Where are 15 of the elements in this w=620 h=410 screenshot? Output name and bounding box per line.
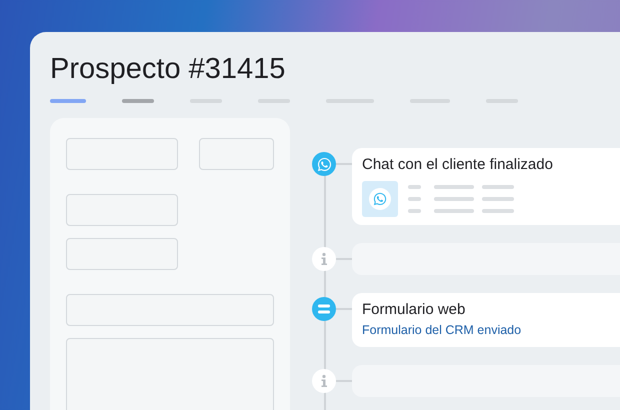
page-title: Prospecto #31415 [50, 52, 286, 86]
tab-indicator[interactable] [50, 99, 86, 103]
input-field[interactable] [66, 194, 178, 226]
tab-indicator[interactable] [122, 99, 154, 103]
whatsapp-icon [373, 192, 387, 206]
equal-icon [318, 304, 330, 314]
event-link[interactable]: Formulario del CRM enviado [362, 323, 522, 337]
input-field[interactable] [66, 138, 178, 170]
event-title: Formulario web [362, 301, 466, 319]
event-title: Chat con el cliente finalizado [362, 156, 554, 174]
input-field[interactable] [66, 238, 178, 270]
whatsapp-icon [316, 156, 332, 172]
input-field[interactable] [66, 338, 274, 410]
input-field[interactable] [199, 138, 274, 170]
input-field[interactable] [66, 294, 274, 326]
